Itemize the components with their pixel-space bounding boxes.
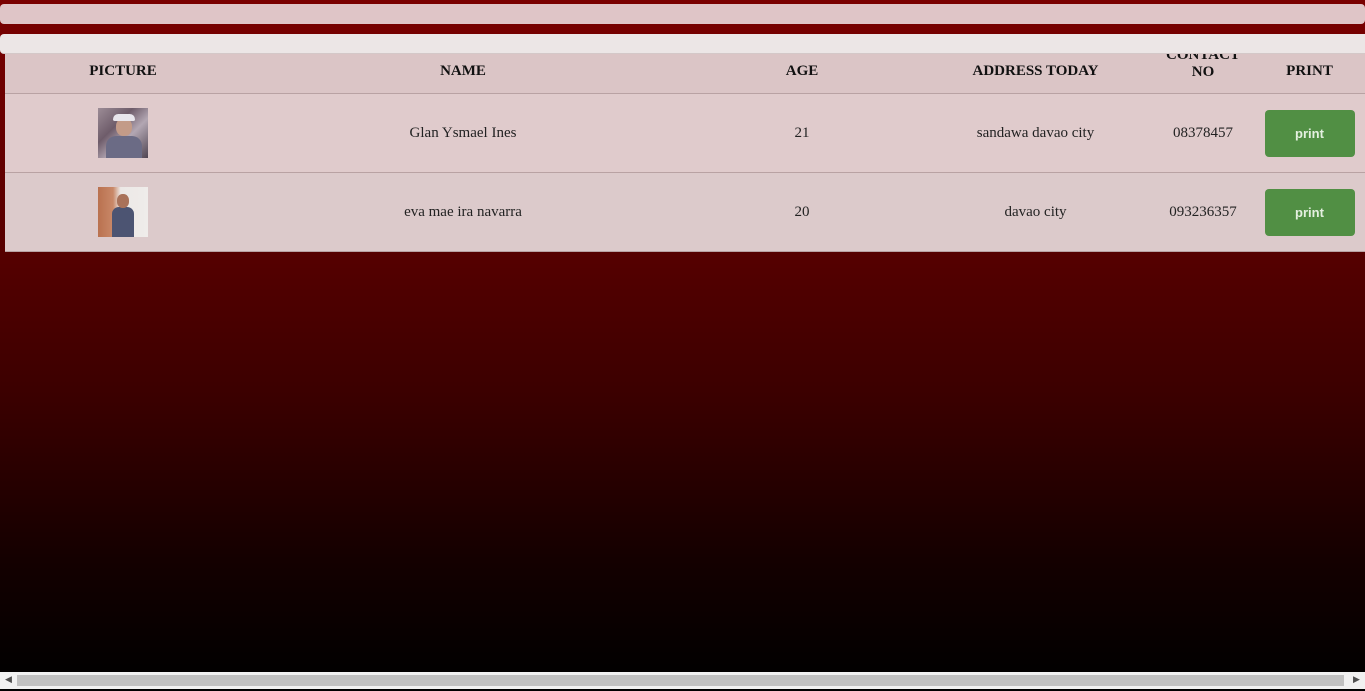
- name-cell: eva mae ira navarra: [241, 172, 685, 252]
- name-cell: Glan Ysmael Ines: [241, 93, 685, 173]
- person-photo-icon: [98, 187, 148, 237]
- top-bar: [0, 4, 1365, 24]
- print-cell: print: [1254, 172, 1365, 252]
- person-photo-icon: [98, 108, 148, 158]
- scrollbar-thumb[interactable]: [17, 675, 1344, 686]
- table-row: Glan Ysmael Ines 21 sandawa davao city 0…: [5, 93, 1365, 173]
- print-cell: print: [1254, 93, 1365, 173]
- records-table-container: PICTURE NAME AGE ADDRESS TODAY CONTACT NO…: [0, 34, 1365, 252]
- age-cell: 21: [685, 93, 919, 173]
- print-button[interactable]: print: [1264, 109, 1355, 157]
- picture-cell: [5, 93, 241, 173]
- filter-bar[interactable]: [0, 34, 1365, 54]
- contact-cell: 08378457: [1152, 93, 1254, 173]
- age-cell: 20: [685, 172, 919, 252]
- scroll-left-arrow-icon[interactable]: ◀: [0, 672, 17, 689]
- picture-cell: [5, 172, 241, 252]
- scroll-right-arrow-icon[interactable]: ▶: [1348, 672, 1365, 689]
- records-table: PICTURE NAME AGE ADDRESS TODAY CONTACT NO…: [5, 34, 1365, 252]
- horizontal-scrollbar[interactable]: ◀ ▶: [0, 672, 1365, 689]
- address-cell: sandawa davao city: [919, 93, 1152, 173]
- address-cell: davao city: [919, 172, 1152, 252]
- contact-cell: 093236357: [1152, 172, 1254, 252]
- print-button[interactable]: print: [1264, 188, 1355, 236]
- table-row: eva mae ira navarra 20 davao city 093236…: [5, 172, 1365, 252]
